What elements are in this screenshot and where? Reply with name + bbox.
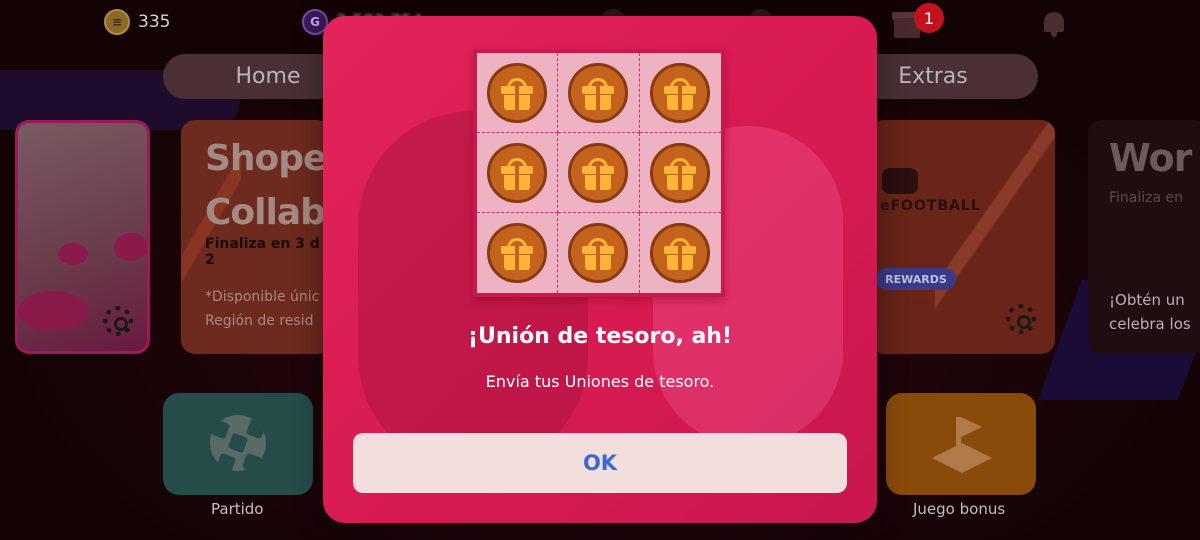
treasure-dialog: ¡Unión de tesoro, ah! Envía tus Uniones … [323,16,877,523]
match-label: Partido [211,500,264,518]
card-text-line: celebra los [1109,315,1191,333]
grid-cell [477,53,559,133]
ecoin-value: 335 [138,12,171,32]
coin-decoration [58,243,88,265]
grid-cell [558,133,640,213]
flag-icon [932,417,992,473]
gift-token-icon [568,142,629,203]
gift-token-icon [650,223,711,283]
card-title: Shopee [205,138,331,179]
event-card-shopee[interactable]: Shopee Collabo Finaliza en 3 d 2 *Dispon… [181,120,331,354]
card-title: Collabo [205,192,331,233]
event-card-efootball[interactable]: eFOOTBALL REWARDS Bank Indonesia [870,120,1055,354]
card-ends: Finaliza en [1109,190,1184,206]
card-text: *Disponible únic [205,289,320,305]
dialog-message: Envía tus Uniones de tesoro. [485,372,715,391]
gear-icon[interactable] [103,306,133,336]
rewards-badge: REWARDS [876,268,956,290]
efootball-logo: eFOOTBALL [880,198,981,214]
grid-cell [477,213,559,293]
coin-decoration [18,291,88,331]
gear-icon[interactable] [1006,304,1036,334]
bonus-game-button[interactable] [886,393,1036,495]
gift-token-icon [487,62,548,123]
card-title: Wor [1109,136,1192,180]
gift-token-icon [568,223,629,283]
ok-button[interactable]: OK [353,433,847,493]
gift-token-icon [487,223,548,283]
sponsor-text: Bank Indonesia [878,298,932,306]
match-button[interactable] [163,393,313,495]
gift-token-icon [650,142,711,203]
grid-cell [558,213,640,293]
event-card-left[interactable] [15,120,150,354]
soccer-ball-icon [210,415,266,471]
bonus-game-label: Juego bonus [913,500,1006,518]
ecoin-balance[interactable]: ≡ 335 [104,9,170,35]
gift-token-icon [487,142,548,203]
grid-cell [640,213,721,293]
coin-decoration [114,233,147,261]
bell-icon[interactable] [1040,8,1068,38]
grid-cell [558,53,640,133]
ecoin-icon: ≡ [104,9,130,35]
dialog-title: ¡Unión de tesoro, ah! [467,324,733,349]
notification-badge: 1 [914,3,944,33]
gift-token-icon [650,62,711,123]
grid-cell [639,53,721,133]
card-text-line: ¡Obtén un [1109,291,1185,309]
grid-cell [639,133,721,213]
event-card-world[interactable]: Wor Finaliza en ¡Obtén un celebra los [1088,120,1200,354]
grid-cell [477,133,559,213]
gift-token-icon [568,62,629,123]
card-ends: Finaliza en 3 d 2 [205,236,320,268]
efootball-logo-icon [882,168,918,194]
card-text: Región de resid [205,313,314,329]
card-text: ¡Obtén un celebra los [1109,288,1191,336]
treasure-grid [473,49,725,297]
